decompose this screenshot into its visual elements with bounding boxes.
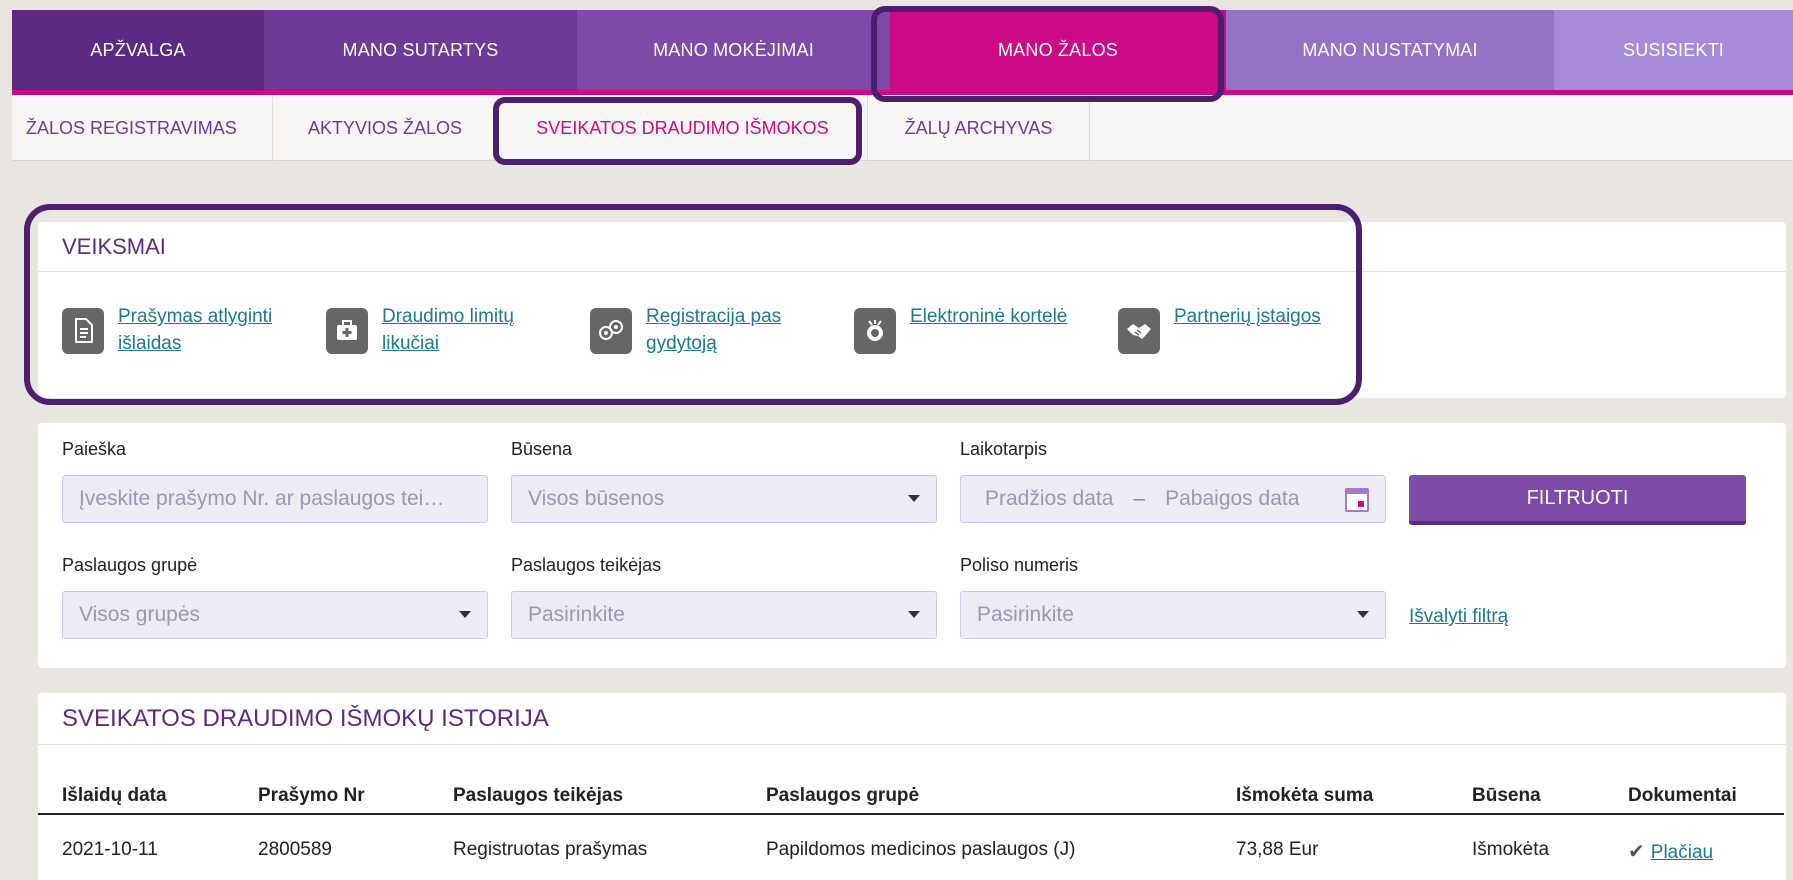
group-value: Visos grupės bbox=[79, 603, 201, 626]
group-label: Paslaugos grupė bbox=[62, 555, 198, 575]
nav-tab-settings[interactable]: MANO NUSTATYMAI bbox=[1226, 10, 1554, 90]
column-header[interactable]: Paslaugos teikėjas bbox=[453, 785, 623, 807]
column-header[interactable]: Dokumentai bbox=[1628, 785, 1737, 807]
cell-date: 2021-10-11 bbox=[62, 839, 158, 860]
medical-kit-icon bbox=[326, 308, 368, 354]
more-link[interactable]: Plačiau bbox=[1651, 842, 1713, 863]
search-label: Paieška bbox=[62, 439, 127, 459]
period-separator: – bbox=[1133, 487, 1146, 510]
cell-provider: Registruotas prašymas bbox=[453, 839, 648, 860]
action-partner-institutions: Partnerių įstaigos bbox=[1118, 306, 1382, 357]
calendar-icon[interactable] bbox=[1345, 488, 1369, 512]
table-header: Išlaidų data Prašymo Nr Paslaugos teikėj… bbox=[38, 775, 1784, 815]
actions-panel: VEIKSMAI Prašymas atlyginti išlaidas Dra… bbox=[38, 222, 1786, 398]
chevron-down-icon bbox=[908, 495, 920, 502]
nav-tab-payments[interactable]: MANO MOKĖJIMAI bbox=[577, 10, 890, 90]
nav-tab-contact[interactable]: SUSISIEKTI bbox=[1554, 10, 1793, 90]
column-header[interactable]: Prašymo Nr bbox=[258, 785, 365, 807]
table-row: 2021-10-11 2800589 Registruotas prašymas… bbox=[38, 817, 1784, 869]
subtab-claims-archive[interactable]: ŽALŲ ARCHYVAS bbox=[868, 95, 1090, 161]
action-doctor-registration: Registracija pas gydytoją bbox=[590, 306, 854, 357]
nav-tab-overview[interactable]: APŽVALGA bbox=[12, 10, 264, 90]
cell-request-number: 2800589 bbox=[258, 839, 332, 860]
insurance-limits-link[interactable]: Draudimo limitų likučiai bbox=[382, 303, 552, 357]
filter-panel: Paieška Įveskite prašymo Nr. ar paslaugo… bbox=[38, 423, 1786, 668]
action-insurance-limits: Draudimo limitų likučiai bbox=[326, 306, 590, 357]
expense-request-link[interactable]: Prašymas atlyginti išlaidas bbox=[118, 303, 288, 357]
provider-value: Pasirinkite bbox=[528, 603, 625, 626]
filter-button[interactable]: FILTRUOTI bbox=[1409, 475, 1746, 525]
main-navigation: APŽVALGA MANO SUTARTYS MANO MOKĖJIMAI MA… bbox=[12, 10, 1793, 90]
status-select[interactable]: Visos būsenos bbox=[511, 475, 937, 523]
electronic-card-link[interactable]: Elektroninė kortelė bbox=[910, 303, 1080, 330]
policy-label: Poliso numeris bbox=[960, 555, 1079, 575]
column-header[interactable]: Paslaugos grupė bbox=[766, 785, 919, 807]
chevron-down-icon bbox=[908, 611, 920, 618]
group-select[interactable]: Visos grupės bbox=[62, 591, 488, 639]
action-electronic-card: Elektroninė kortelė bbox=[854, 306, 1118, 357]
policy-select[interactable]: Pasirinkite bbox=[960, 591, 1386, 639]
status-value: Visos būsenos bbox=[528, 487, 665, 510]
chevron-down-icon bbox=[459, 611, 471, 618]
subtab-health-insurance-payouts[interactable]: SVEIKATOS DRAUDIMO IŠMOKOS bbox=[498, 95, 868, 161]
doctor-registration-link[interactable]: Registracija pas gydytoją bbox=[646, 303, 816, 357]
handshake-icon bbox=[1118, 308, 1160, 354]
provider-select[interactable]: Pasirinkite bbox=[511, 591, 937, 639]
partner-institutions-link[interactable]: Partnerių įstaigos bbox=[1174, 303, 1344, 330]
column-header[interactable]: Išlaidų data bbox=[62, 785, 167, 807]
policy-value: Pasirinkite bbox=[977, 603, 1074, 626]
doctor-icon bbox=[590, 308, 632, 354]
search-placeholder: Įveskite prašymo Nr. ar paslaugos tei… bbox=[79, 487, 445, 510]
history-panel: SVEIKATOS DRAUDIMO IŠMOKŲ ISTORIJA Išlai… bbox=[38, 693, 1786, 880]
period-range-input[interactable]: Pradžios data – Pabaigos data bbox=[960, 475, 1386, 523]
status-label: Būsena bbox=[511, 439, 573, 459]
nav-tab-contracts[interactable]: MANO SUTARTYS bbox=[264, 10, 577, 90]
column-header[interactable]: Būsena bbox=[1472, 785, 1541, 807]
subtab-claim-registration[interactable]: ŽALOS REGISTRAVIMAS bbox=[12, 95, 273, 161]
column-header[interactable]: Išmokėta suma bbox=[1236, 785, 1373, 807]
period-end: Pabaigos data bbox=[1165, 487, 1300, 510]
provider-label: Paslaugos teikėjas bbox=[511, 555, 662, 575]
document-icon bbox=[62, 308, 104, 354]
subtab-active-claims[interactable]: AKTYVIOS ŽALOS bbox=[273, 95, 498, 161]
clear-filter-link[interactable]: Išvalyti filtrą bbox=[1409, 606, 1508, 628]
cell-service-group: Papildomos medicinos paslaugos (J) bbox=[766, 839, 1076, 860]
cell-status: Išmokėta bbox=[1472, 839, 1550, 860]
cell-documents: ✔ Plačiau bbox=[1628, 839, 1713, 864]
card-icon bbox=[854, 308, 896, 354]
chevron-down-icon bbox=[1357, 611, 1369, 618]
history-title: SVEIKATOS DRAUDIMO IŠMOKŲ ISTORIJA bbox=[38, 693, 1786, 745]
sub-navigation: ŽALOS REGISTRAVIMAS AKTYVIOS ŽALOS SVEIK… bbox=[12, 95, 1793, 161]
search-input[interactable]: Įveskite prašymo Nr. ar paslaugos tei… bbox=[62, 475, 488, 523]
period-start: Pradžios data bbox=[985, 487, 1114, 510]
period-label: Laikotarpis bbox=[960, 439, 1048, 459]
checkmark-icon: ✔ bbox=[1628, 841, 1645, 863]
cell-amount: 73,88 Eur bbox=[1236, 839, 1319, 860]
nav-tab-claims[interactable]: MANO ŽALOS bbox=[890, 10, 1226, 90]
action-expense-request: Prašymas atlyginti išlaidas bbox=[62, 306, 326, 357]
actions-title: VEIKSMAI bbox=[38, 222, 1786, 272]
